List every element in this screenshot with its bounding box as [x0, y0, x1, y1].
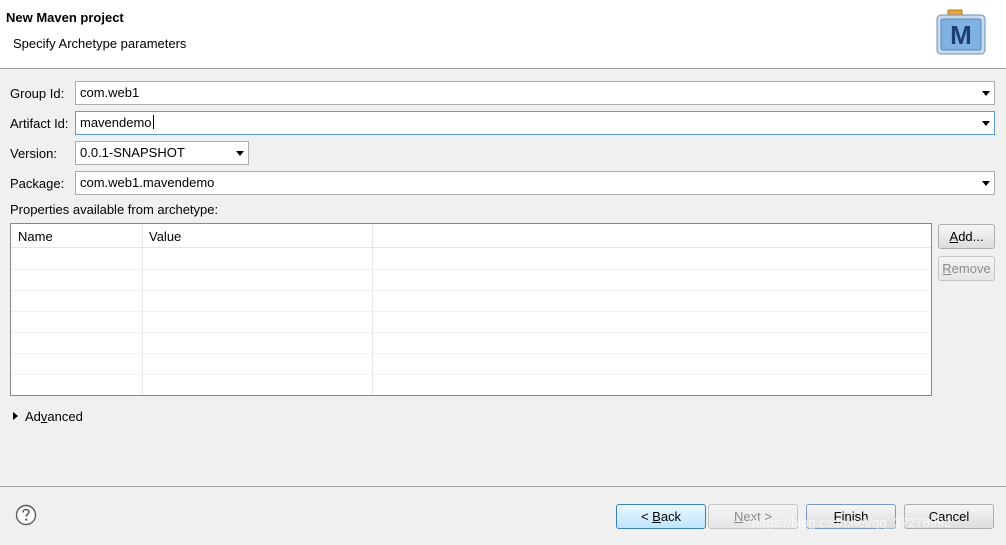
table-row-line	[11, 311, 931, 312]
artifact-id-combo[interactable]: mavendemo	[75, 111, 995, 135]
version-label: Version:	[10, 146, 57, 161]
finish-button[interactable]: Finish	[806, 504, 896, 529]
column-header-name[interactable]: Name	[11, 224, 142, 248]
advanced-toggle[interactable]: Advanced	[25, 409, 83, 424]
footer-divider	[0, 486, 1006, 487]
chevron-down-icon[interactable]	[982, 91, 990, 96]
text-caret	[152, 115, 154, 129]
help-icon[interactable]	[15, 504, 37, 526]
expand-arrow-icon[interactable]	[13, 412, 18, 420]
package-combo[interactable]: com.web1.mavendemo	[75, 171, 995, 195]
column-header-value[interactable]: Value	[142, 224, 372, 248]
artifact-id-value: mavendemo	[80, 115, 152, 130]
table-row-line	[11, 332, 931, 333]
remove-button[interactable]: Remove	[938, 256, 995, 281]
table-row-line	[11, 269, 931, 270]
group-id-label: Group Id:	[10, 86, 65, 101]
add-button[interactable]: Add...	[938, 224, 995, 249]
chevron-down-icon[interactable]	[982, 181, 990, 186]
maven-logo-letter: M	[950, 20, 972, 50]
group-id-combo[interactable]: com.web1	[75, 81, 995, 105]
column-divider	[142, 224, 143, 395]
next-button[interactable]: Next >	[708, 504, 798, 529]
back-button[interactable]: < Back	[616, 504, 706, 529]
wizard-header: New Maven project Specify Archetype para…	[0, 0, 1006, 69]
package-label: Package:	[10, 176, 65, 191]
group-id-value: com.web1	[80, 85, 140, 100]
cancel-button[interactable]: Cancel	[904, 504, 994, 529]
properties-table[interactable]: Name Value	[10, 223, 932, 396]
artifact-id-label: Artifact Id:	[10, 116, 69, 131]
column-divider	[372, 224, 373, 395]
properties-label: Properties available from archetype:	[10, 202, 219, 217]
table-header: Name Value	[11, 224, 931, 248]
wizard-description: Specify Archetype parameters	[13, 36, 187, 51]
table-row-line	[11, 290, 931, 291]
wizard-title: New Maven project	[6, 10, 124, 25]
maven-m-icon: M	[936, 9, 986, 55]
table-row-line	[11, 353, 931, 354]
version-combo[interactable]: 0.0.1-SNAPSHOT	[75, 141, 249, 165]
table-row-line	[11, 374, 931, 375]
chevron-down-icon[interactable]	[236, 151, 244, 156]
package-value: com.web1.mavendemo	[80, 175, 215, 190]
chevron-down-icon[interactable]	[982, 121, 990, 126]
version-value: 0.0.1-SNAPSHOT	[80, 145, 185, 160]
